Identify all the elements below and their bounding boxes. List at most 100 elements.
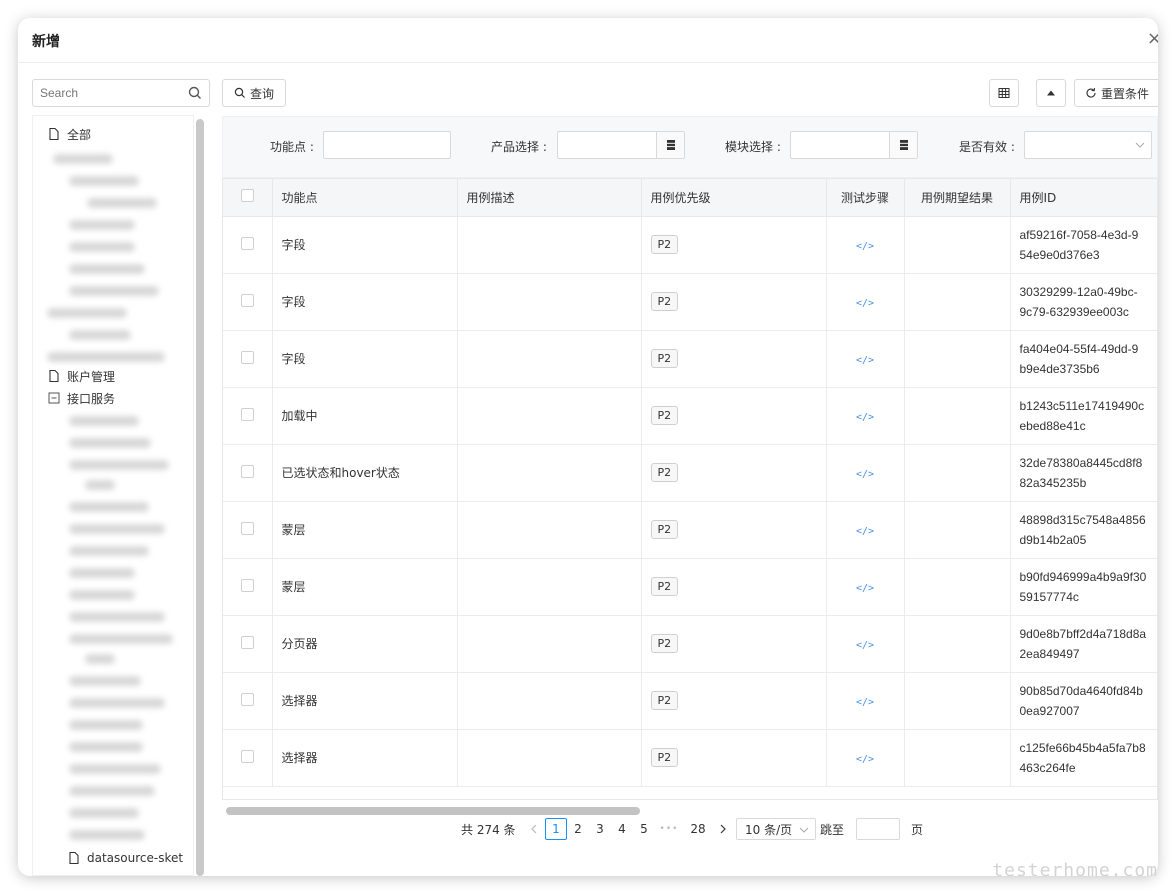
code-icon[interactable]: </>: [856, 298, 874, 309]
page-5[interactable]: 5: [633, 818, 655, 840]
table-row[interactable]: 字段 P2 </> af59216f-7058-4e3d-9 54e9e0d376e3: [223, 216, 1157, 274]
row-select-cell[interactable]: [223, 558, 273, 616]
tree-item-datasource[interactable]: datasource-sket: [67, 848, 183, 868]
code-icon[interactable]: </>: [856, 355, 874, 366]
row-select-cell[interactable]: [223, 330, 273, 388]
cell-case-id: b90fd946999a4b9a9f30 59157774c: [1010, 558, 1157, 616]
table-row[interactable]: 已选状态和hover状态 P2 </> 32de78380a8445cd8f8 82a3…: [223, 444, 1157, 502]
product-picker-button[interactable]: [656, 132, 684, 158]
search-input[interactable]: [33, 80, 173, 106]
close-icon[interactable]: ×: [1147, 28, 1158, 49]
case-id-line-1: b90fd946999a4b9a9f30: [1019, 569, 1147, 584]
header-priority[interactable]: 用例优先级: [641, 179, 827, 217]
row-select-cell[interactable]: [223, 615, 273, 673]
valid-filter-label: 是否有效 :: [959, 140, 1015, 154]
code-icon[interactable]: </>: [856, 469, 874, 480]
jump-page-input[interactable]: [856, 818, 900, 840]
row-select-cell[interactable]: [223, 501, 273, 559]
valid-select[interactable]: [1024, 131, 1152, 159]
table-row[interactable]: 加载中 P2 </> b1243c511e17419490c ebed88e41c: [223, 387, 1157, 445]
tree-item-api[interactable]: 接口服务: [47, 388, 115, 408]
page-2[interactable]: 2: [567, 818, 589, 840]
product-select[interactable]: [557, 131, 685, 159]
collapse-icon[interactable]: [47, 391, 61, 405]
file-icon: [49, 369, 59, 383]
column-settings-button[interactable]: [989, 79, 1019, 107]
code-icon[interactable]: </>: [856, 754, 874, 765]
code-icon[interactable]: </>: [856, 583, 874, 594]
cell-case-id: 30329299-12a0-49bc- 9c79-632939ee003c: [1010, 273, 1157, 331]
page-size-select[interactable]: 10 条/页: [736, 818, 816, 840]
feature-filter-input[interactable]: [323, 131, 451, 159]
table-row[interactable]: 字段 P2 </> fa404e04-55f4-49dd-9 b9e4de3735b6: [223, 330, 1157, 388]
row-checkbox[interactable]: [241, 635, 254, 649]
module-filter-label: 模块选择 :: [725, 140, 781, 154]
code-icon[interactable]: </>: [856, 640, 874, 651]
row-select-cell[interactable]: [223, 444, 273, 502]
code-icon[interactable]: </>: [856, 241, 874, 252]
table-row[interactable]: 选择器 P2 </> c125fe66b45b4a5fa7b8 463c264fe: [223, 729, 1157, 787]
page-1[interactable]: 1: [545, 818, 567, 840]
case-id-line-2: 463c264fe: [1019, 760, 1076, 775]
header-description[interactable]: 用例描述: [457, 179, 642, 217]
code-icon[interactable]: </>: [856, 526, 874, 537]
table-row[interactable]: 选择器 P2 </> 90b85d70da4640fd84b 0ea927007: [223, 672, 1157, 730]
table-horizontal-scrollbar[interactable]: [226, 807, 640, 815]
module-select[interactable]: [790, 131, 918, 159]
row-checkbox[interactable]: [241, 236, 254, 250]
row-checkbox[interactable]: [241, 692, 254, 706]
table-row[interactable]: 字段 P2 </> 30329299-12a0-49bc- 9c79-632939ee0…: [223, 273, 1157, 331]
case-id-line-2: 59157774c: [1019, 589, 1079, 604]
header-case-id[interactable]: 用例ID: [1010, 179, 1157, 217]
row-checkbox[interactable]: [241, 407, 254, 421]
module-picker-button[interactable]: [889, 132, 917, 158]
row-select-cell[interactable]: [223, 387, 273, 445]
row-checkbox[interactable]: [241, 521, 254, 535]
row-checkbox[interactable]: [241, 749, 254, 763]
add-modal: 新增 × 全部 账户管理: [18, 18, 1158, 876]
header-expected[interactable]: 用例期望结果: [904, 179, 1011, 217]
blurred-tree-item: [69, 546, 149, 556]
query-button[interactable]: 查询: [222, 79, 286, 107]
tree-search[interactable]: [32, 79, 210, 107]
next-page-icon[interactable]: [712, 818, 734, 840]
row-checkbox[interactable]: [241, 464, 254, 478]
cell-feature: 蒙层: [272, 501, 458, 559]
select-all-cell[interactable]: [223, 179, 273, 217]
database-icon: [899, 140, 908, 150]
case-id-line-1: c125fe66b45b4a5fa7b8: [1019, 740, 1146, 755]
blurred-tree-item: [47, 308, 127, 318]
tree-item-all[interactable]: 全部: [47, 124, 91, 144]
case-id-line-2: 2ea849497: [1019, 646, 1080, 661]
case-id-line-1: 48898d315c7548a4856: [1019, 512, 1146, 527]
row-select-cell[interactable]: [223, 216, 273, 274]
cell-case-id: 90b85d70da4640fd84b 0ea927007: [1010, 672, 1157, 730]
page-ellipsis[interactable]: •••: [658, 818, 680, 840]
code-icon[interactable]: </>: [856, 697, 874, 708]
tree-item-account[interactable]: 账户管理: [47, 366, 115, 386]
page-28[interactable]: 28: [687, 818, 709, 840]
blurred-tree-item: [69, 524, 165, 534]
row-checkbox[interactable]: [241, 293, 254, 307]
page-4[interactable]: 4: [611, 818, 633, 840]
table-row[interactable]: 蒙层 P2 </> 48898d315c7548a4856 d9b14b2a05: [223, 501, 1157, 559]
row-checkbox[interactable]: [241, 350, 254, 364]
row-select-cell[interactable]: [223, 729, 273, 787]
collapse-filter-button[interactable]: [1036, 79, 1066, 107]
search-icon[interactable]: [187, 85, 203, 101]
header-feature[interactable]: 功能点: [272, 179, 458, 217]
table-row[interactable]: 分页器 P2 </> 9d0e8b7bff2d4a718d8a 2ea849497: [223, 615, 1157, 673]
row-checkbox[interactable]: [241, 578, 254, 592]
tree-view: 全部 账户管理 接口服务 datasource-sket: [32, 115, 194, 876]
select-all-checkbox[interactable]: [241, 189, 254, 203]
reset-conditions-button[interactable]: 重置条件: [1074, 79, 1158, 107]
header-steps[interactable]: 测试步骤: [826, 179, 905, 217]
page-3[interactable]: 3: [589, 818, 611, 840]
code-icon[interactable]: </>: [856, 412, 874, 423]
prev-page-icon[interactable]: [523, 818, 545, 840]
tree-scrollbar[interactable]: [196, 119, 204, 876]
file-icon: [49, 127, 59, 141]
row-select-cell[interactable]: [223, 273, 273, 331]
table-row[interactable]: 蒙层 P2 </> b90fd946999a4b9a9f30 59157774c: [223, 558, 1157, 616]
row-select-cell[interactable]: [223, 672, 273, 730]
